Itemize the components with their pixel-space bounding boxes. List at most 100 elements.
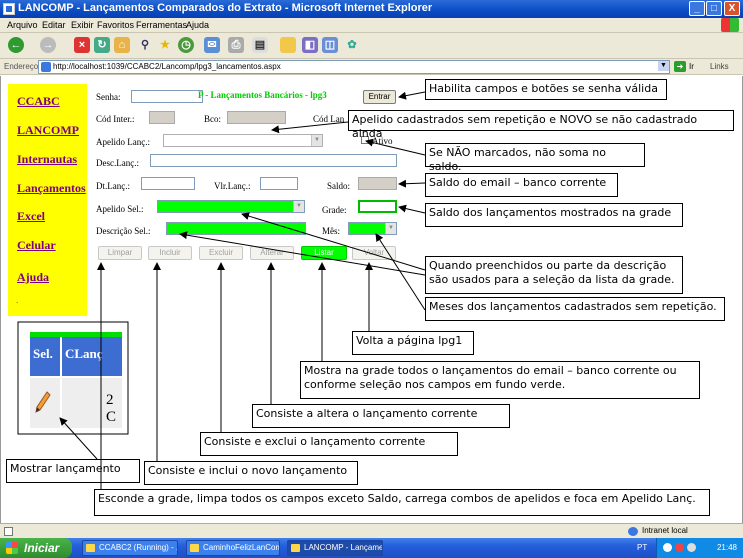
bco-input[interactable] bbox=[227, 111, 286, 124]
research-icon[interactable]: ◧ bbox=[302, 37, 318, 53]
nav-lancamentos[interactable]: Lançamentos bbox=[17, 181, 86, 196]
address-input[interactable]: http://localhost:1039/CCABC2/Lancomp/lpg… bbox=[38, 60, 670, 74]
excluir-button[interactable]: Excluir bbox=[199, 246, 243, 260]
print-icon[interactable]: ⎙ bbox=[228, 37, 244, 53]
vlr-lanc-label: Vlr.Lanç.: bbox=[214, 181, 251, 191]
dt-lanc-label: Dt.Lanç.: bbox=[96, 181, 130, 191]
grade-saldo-input bbox=[358, 200, 397, 213]
incluir-button[interactable]: Incluir bbox=[148, 246, 192, 260]
task-ccabc2[interactable]: CCABC2 (Running) - ... bbox=[82, 540, 178, 556]
close-button[interactable]: X bbox=[724, 1, 740, 16]
callout-selecao: Quando preenchidos ou parte da descrição… bbox=[425, 256, 683, 294]
grid-snippet: Sel. CLanç 2 C bbox=[30, 332, 122, 430]
pencil-edit-icon[interactable] bbox=[35, 391, 51, 413]
menu-favoritos[interactable]: Favoritos bbox=[97, 20, 134, 30]
callout-entrar: Habilita campos e botões se senha válida bbox=[425, 79, 667, 100]
alterar-button[interactable]: Alterar bbox=[250, 246, 294, 260]
callout-listar: Mostra na grade todos o lançamentos do e… bbox=[300, 361, 700, 399]
edit-icon[interactable]: ▤ bbox=[252, 37, 268, 53]
apelido-sel-label: Apelido Sel.: bbox=[96, 204, 144, 214]
cod-lanc-label: Cód Lan bbox=[313, 114, 345, 124]
volume-icon[interactable] bbox=[687, 543, 696, 552]
vlr-lanc-input[interactable] bbox=[260, 177, 298, 190]
go-arrow-icon[interactable]: ➜ bbox=[674, 61, 686, 72]
window-titlebar: LANCOMP - Lançamentos Comparados do Extr… bbox=[0, 0, 743, 18]
minimize-button[interactable]: _ bbox=[689, 1, 705, 16]
callout-incluir: Consiste e inclui o novo lançamento bbox=[144, 461, 358, 485]
nav-celular[interactable]: Celular bbox=[17, 238, 56, 253]
entrar-button[interactable]: Entrar bbox=[363, 90, 396, 104]
senha-label: Senha: bbox=[96, 92, 121, 102]
forward-icon[interactable]: → bbox=[40, 37, 56, 53]
nav-ccabc[interactable]: CCABC bbox=[17, 94, 60, 109]
grid-col-sel: Sel. bbox=[33, 346, 53, 361]
grade-label: Grade: bbox=[322, 205, 347, 215]
menu-ferramentas[interactable]: Ferramentas bbox=[136, 20, 187, 30]
apelido-lanc-label: Apelido Lanç.: bbox=[96, 137, 150, 147]
discuss-icon[interactable] bbox=[280, 37, 296, 53]
desc-lanc-label: Desc.Lanç.: bbox=[96, 158, 139, 168]
maximize-button[interactable]: □ bbox=[706, 1, 722, 16]
security-alert-icon[interactable] bbox=[675, 543, 684, 552]
page-icon bbox=[41, 62, 51, 72]
back-icon[interactable]: ← bbox=[8, 37, 24, 53]
callout-alterar: Consiste a altera o lançamento corrente bbox=[252, 404, 510, 428]
callout-meses: Meses dos lançamentos cadastrados sem re… bbox=[425, 297, 725, 321]
refresh-icon[interactable]: ↻ bbox=[94, 37, 110, 53]
limpar-button[interactable]: Limpar bbox=[98, 246, 142, 260]
nav-internautas[interactable]: Internautas bbox=[17, 152, 77, 167]
clock: 21:48 bbox=[716, 543, 737, 552]
messenger-icon[interactable]: ◫ bbox=[322, 37, 338, 53]
descricao-sel-input[interactable] bbox=[166, 222, 306, 235]
senha-input[interactable] bbox=[131, 90, 203, 103]
descricao-sel-label: Descrição Sel.: bbox=[96, 226, 151, 236]
mes-label: Mês: bbox=[322, 226, 340, 236]
nav-lancomp[interactable]: LANCOMP bbox=[17, 123, 79, 138]
menu-ajuda[interactable]: Ajuda bbox=[186, 20, 209, 30]
saldo-input bbox=[358, 177, 397, 190]
history-icon[interactable]: ◷ bbox=[178, 37, 194, 53]
apelido-sel-select[interactable]: ▼ bbox=[157, 200, 305, 213]
windows-logo-icon bbox=[721, 18, 739, 32]
nav-excel[interactable]: Excel bbox=[17, 209, 45, 224]
grid-col-clanc: CLanç bbox=[65, 346, 103, 361]
system-tray: PT 21:48 bbox=[637, 538, 743, 558]
apelido-lanc-select[interactable]: ▼ bbox=[163, 134, 323, 147]
msn-icon[interactable]: ✿ bbox=[344, 37, 360, 53]
chevron-down-icon: ▼ bbox=[311, 135, 322, 146]
mail-icon[interactable]: ✉ bbox=[204, 37, 220, 53]
saldo-label: Saldo: bbox=[327, 181, 351, 191]
window-title: LANCOMP - Lançamentos Comparados do Extr… bbox=[18, 2, 433, 14]
page-status-icon bbox=[4, 527, 13, 536]
grid-column-separator bbox=[60, 337, 62, 429]
start-button[interactable]: Iniciar bbox=[0, 538, 72, 558]
chevron-down-icon: ▼ bbox=[385, 223, 396, 234]
home-icon[interactable]: ⌂ bbox=[114, 37, 130, 53]
cod-inter-input[interactable] bbox=[149, 111, 175, 124]
task-caminhofeliz[interactable]: CaminhoFelizLanCom... bbox=[186, 540, 280, 556]
mes-select[interactable]: ▼ bbox=[348, 222, 397, 235]
stop-icon[interactable]: × bbox=[74, 37, 90, 53]
desc-lanc-input[interactable] bbox=[150, 154, 397, 167]
callout-excluir: Consiste e exclui o lançamento corrente bbox=[200, 432, 458, 456]
menu-exibir[interactable]: Exibir bbox=[71, 20, 94, 30]
dt-lanc-input[interactable] bbox=[141, 177, 195, 190]
favorites-star-icon[interactable]: ★ bbox=[157, 37, 173, 53]
language-indicator[interactable]: PT bbox=[637, 543, 647, 552]
address-dropdown-icon[interactable]: ▼ bbox=[658, 61, 669, 71]
browser-toolbar: ← → × ↻ ⌂ ⚲ ★ ◷ ✉ ⎙ ▤ ◧ ◫ ✿ bbox=[0, 33, 743, 59]
task-lancomp[interactable]: LANCOMP - Lançame... bbox=[287, 540, 383, 556]
nav-ajuda[interactable]: Ajuda bbox=[17, 270, 49, 285]
go-button[interactable]: Ir bbox=[689, 62, 694, 71]
address-bar: Endereço http://localhost:1039/CCABC2/La… bbox=[0, 59, 743, 75]
network-icon[interactable] bbox=[663, 543, 672, 552]
links-button[interactable]: Links bbox=[710, 62, 729, 71]
callout-ativo: Se NÃO marcados, não soma no saldo. bbox=[425, 143, 645, 173]
address-url: http://localhost:1039/CCABC2/Lancomp/lpg… bbox=[53, 62, 281, 71]
voltar-button[interactable]: Voltar bbox=[352, 246, 396, 260]
status-bar: Intranet local bbox=[0, 523, 743, 538]
menu-arquivo[interactable]: Arquivo bbox=[7, 20, 38, 30]
search-icon[interactable]: ⚲ bbox=[137, 37, 153, 53]
menu-editar[interactable]: Editar bbox=[42, 20, 66, 30]
listar-button[interactable]: Listar bbox=[301, 246, 347, 260]
